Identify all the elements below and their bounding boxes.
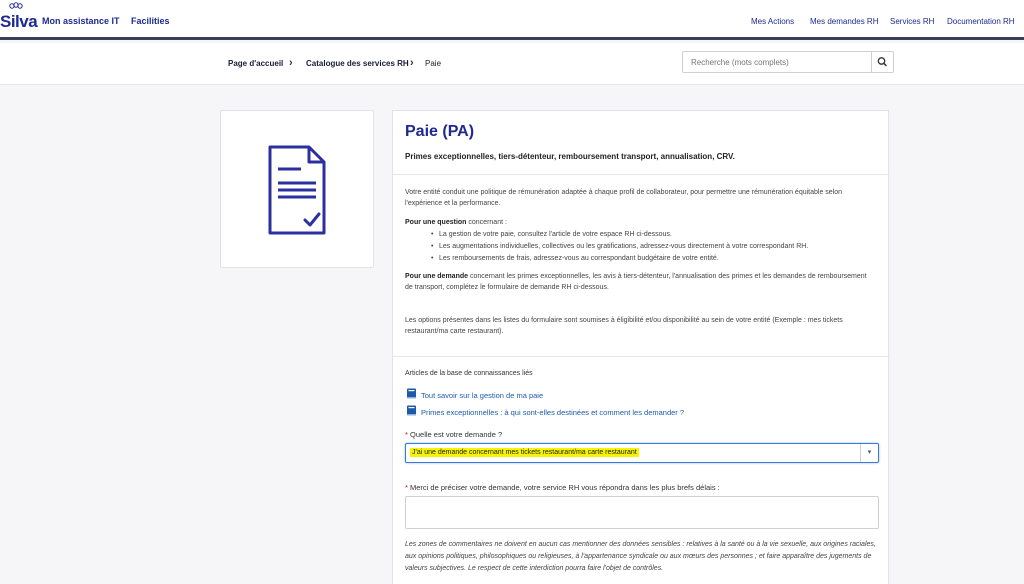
breadcrumb-separator: › xyxy=(410,57,414,69)
list-item: • Les remboursements de frais, adressez-v… xyxy=(431,255,719,262)
logo-mark-icon xyxy=(9,2,23,9)
item-icon-card xyxy=(220,110,374,268)
chevron-down-icon[interactable]: ▾ xyxy=(860,444,878,462)
page-title: Paie (PA) xyxy=(405,123,475,140)
breadcrumb-separator: › xyxy=(289,57,293,69)
top-navigation: Silva Mon assistance IT Facilities Mes A… xyxy=(0,0,1024,40)
question-rest: concernant : xyxy=(466,219,507,226)
nav-facilities[interactable]: Facilities xyxy=(131,16,170,26)
breadcrumb-home[interactable]: Page d'accueil xyxy=(228,59,283,68)
divider xyxy=(393,356,890,357)
options-note: Les options présentes dans les listes du… xyxy=(405,317,843,335)
knowledge-link-paie[interactable]: Tout savoir sur la gestion de ma paie xyxy=(421,391,543,400)
demande-paragraph: Pour une demande concernant les primes e… xyxy=(405,271,875,293)
bullet-text: Les remboursements de frais, adressez-vo… xyxy=(439,255,719,262)
book-icon xyxy=(407,405,416,416)
list-item: • Les augmentations individuelles, collec… xyxy=(431,243,809,250)
required-mark: * xyxy=(405,483,408,492)
nav-mes-demandes-rh[interactable]: Mes demandes RH xyxy=(810,17,878,26)
knowledge-link-primes[interactable]: Primes exceptionnelles : à qui sont-elle… xyxy=(421,408,684,417)
breadcrumb-bar: Page d'accueil › Catalogue des services … xyxy=(0,43,1024,85)
bullet-text: Les augmentations individuelles, collect… xyxy=(439,243,809,250)
page-subtitle: Primes exceptionnelles, tiers-détenteur,… xyxy=(405,152,735,161)
question-select[interactable]: J'ai une demande concernant mes tickets … xyxy=(405,443,879,463)
details-textarea[interactable] xyxy=(405,496,879,529)
bullet-text: La gestion de votre paie, consultez l'ar… xyxy=(439,231,672,238)
logo[interactable]: Silva xyxy=(0,12,38,32)
book-icon xyxy=(407,388,416,399)
nav-mes-actions[interactable]: Mes Actions xyxy=(751,17,794,26)
demande-rest: concernant les primes exceptionnelles, l… xyxy=(405,273,867,291)
search-icon xyxy=(877,57,887,67)
search-input[interactable] xyxy=(682,51,873,73)
question-select-value: J'ai une demande concernant mes tickets … xyxy=(410,448,639,457)
document-check-icon xyxy=(268,145,326,235)
nav-mon-assistance-it[interactable]: Mon assistance IT xyxy=(42,16,120,26)
details-label-text: Merci de préciser votre demande, votre s… xyxy=(410,483,720,492)
search-button[interactable] xyxy=(871,51,894,73)
knowledge-title: Articles de la base de connaissances lié… xyxy=(405,370,533,377)
question-label: * Quelle est votre demande ? xyxy=(405,430,502,439)
sensitive-data-notice: Les zones de commentaires ne doivent en … xyxy=(405,541,876,572)
question-paragraph: Pour une question concernant : xyxy=(405,217,875,228)
nav-documentation-rh[interactable]: Documentation RH xyxy=(947,17,1015,26)
required-mark: * xyxy=(405,430,408,439)
breadcrumb-current: Paie xyxy=(425,59,442,68)
question-strong: Pour une question xyxy=(405,219,467,226)
details-label: * Merci de préciser votre demande, votre… xyxy=(405,483,720,492)
service-card: Paie (PA) Primes exceptionnelles, tiers-… xyxy=(392,110,890,584)
list-item: • La gestion de votre paie, consultez l'a… xyxy=(431,231,672,238)
intro-paragraph: Votre entité conduit une politique de ré… xyxy=(405,189,843,207)
nav-services-rh[interactable]: Services RH xyxy=(890,17,934,26)
question-label-text: Quelle est votre demande ? xyxy=(410,430,503,439)
demande-strong: Pour une demande xyxy=(405,273,469,280)
breadcrumb-catalogue[interactable]: Catalogue des services RH xyxy=(306,59,409,68)
divider xyxy=(393,174,890,175)
